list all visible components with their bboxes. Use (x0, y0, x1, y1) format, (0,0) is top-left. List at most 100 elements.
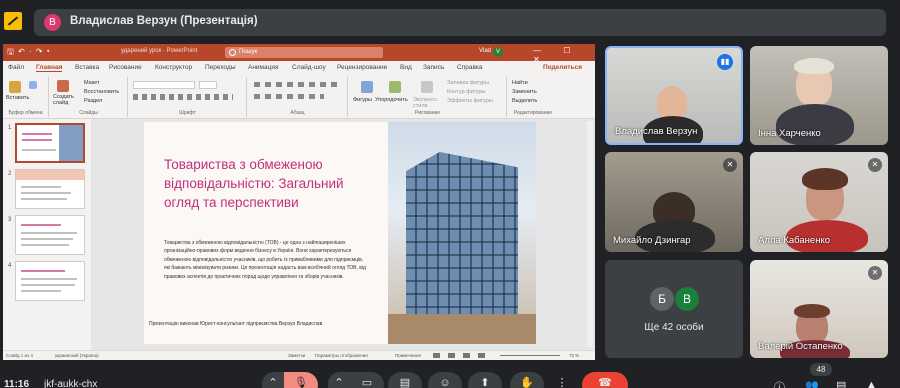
zoom-level[interactable]: 72 % (569, 353, 579, 358)
participant-name: Інна Харченко (758, 128, 821, 139)
quick-access-toolbar[interactable]: 🖫 ↶ · ↷ ▾ (7, 46, 51, 60)
leave-call-button[interactable]: ☎ (582, 372, 628, 388)
find-button[interactable]: Найти (512, 80, 528, 86)
ppt-user-name: Vlad (479, 48, 492, 54)
share-button[interactable]: Поделиться (543, 64, 582, 71)
tab-draw[interactable]: Рисование (109, 64, 142, 71)
notes-button[interactable]: Заметки (288, 353, 305, 358)
presenter-pill[interactable]: В Владислав Верзун (Презентація) (34, 9, 886, 36)
slide-body-text[interactable]: Товариства з обмеженою відповідальністю … (164, 239, 369, 281)
paste-button[interactable]: Вставить (6, 95, 29, 101)
font-name-select[interactable] (133, 81, 195, 89)
participant-count-badge: 48 (810, 363, 832, 376)
slide-thumbnail-4[interactable] (15, 261, 85, 301)
slide-footer[interactable]: Презентацію виконав Юрист-консультант пі… (149, 321, 322, 327)
select-button[interactable]: Выделить (512, 98, 537, 104)
participant-tile-vladyslav[interactable]: ▮▮ Владислав Верзун (605, 46, 743, 145)
group-font: Шрифт (129, 77, 247, 117)
raise-hand-button[interactable]: ✋ (510, 372, 544, 388)
mic-toggle-button[interactable]: 🎙 (284, 372, 318, 388)
thumb-number: 3 (8, 217, 12, 223)
camera-options-button[interactable]: ⌃ (328, 372, 350, 388)
presenter-avatar: В (44, 14, 61, 31)
info-icon[interactable]: ⓘ (774, 379, 785, 388)
reset-button[interactable]: Восстановить (84, 89, 119, 95)
captions-button[interactable]: ▤ (388, 372, 422, 388)
tab-review[interactable]: Рецензирование (337, 64, 387, 71)
shapes-button[interactable]: Фигуры (353, 97, 372, 103)
tab-help[interactable]: Справка (457, 64, 483, 71)
meeting-code[interactable]: jkf-aukk-chx (44, 379, 97, 388)
more-options-button[interactable]: ⋮ (550, 372, 574, 388)
arrange-icon[interactable] (389, 81, 401, 93)
thumb-title-line (22, 133, 52, 135)
mic-options-button[interactable]: ⌃ (262, 372, 284, 388)
quick-styles-icon[interactable] (421, 81, 433, 93)
copy-icon[interactable] (29, 81, 37, 89)
activities-icon[interactable]: ▲ (866, 379, 877, 388)
current-slide[interactable]: Товариства з обмеженою відповідальністю:… (144, 122, 536, 344)
paste-icon[interactable] (9, 81, 21, 93)
thumb-title-line (21, 224, 61, 226)
slide-thumbnail-3[interactable] (15, 215, 85, 255)
shapes-icon[interactable] (361, 81, 373, 93)
new-slide-icon[interactable] (57, 80, 69, 92)
captions-icon: ▤ (399, 377, 411, 388)
thumb-text-line (21, 186, 61, 188)
tab-animations[interactable]: Анимация (248, 64, 279, 71)
shared-screen-powerpoint: 🖫 ↶ · ↷ ▾ ударений урок · PowerPoint Пош… (3, 44, 595, 360)
tab-slideshow[interactable]: Слайд-шоу (292, 64, 326, 71)
shape-outline-button[interactable]: Контур фигуры (447, 89, 485, 95)
arrange-button[interactable]: Упорядочить (375, 97, 408, 103)
font-size-select[interactable] (199, 81, 217, 89)
participant-tile-mykhailo[interactable]: ✕ Михайло Дзингар (605, 152, 743, 252)
group-label-font: Шрифт (179, 110, 196, 116)
tab-view[interactable]: Вид (400, 64, 412, 71)
display-settings-button[interactable]: Параметры отображения (315, 353, 368, 358)
participant-tile-alla[interactable]: ✕ Алла Кабаненко (750, 152, 888, 252)
participant-name: Алла Кабаненко (758, 235, 830, 246)
slide-title[interactable]: Товариства з обмеженою відповідальністю:… (164, 155, 374, 212)
participant-tile-valerii[interactable]: ✕ Валерій Остапенко (750, 260, 888, 358)
slide-scrollbar[interactable] (587, 121, 593, 347)
section-button[interactable]: Раздел (84, 98, 102, 104)
new-slide-button[interactable]: Создать слайд (53, 94, 79, 106)
shape-effects-button[interactable]: Эффекты фигуры (447, 98, 493, 104)
present-button[interactable]: ⬆ (468, 372, 502, 388)
thumb-text-line (21, 192, 71, 194)
building-ground (388, 314, 536, 344)
layout-button[interactable]: Макет (84, 80, 100, 86)
quick-styles-button[interactable]: Экспресс-стили (413, 97, 443, 109)
list-buttons[interactable] (254, 82, 340, 87)
participant-video-hair (794, 304, 830, 318)
slide-thumbnail-1[interactable] (15, 123, 85, 163)
tab-home[interactable]: Главная (36, 64, 63, 72)
chat-icon[interactable]: ▤ (836, 379, 846, 388)
camera-toggle-button[interactable]: ▭ (350, 372, 384, 388)
slide-building-photo[interactable] (388, 122, 536, 344)
language-status[interactable]: украинский (Україна) (55, 353, 99, 358)
ppt-user-avatar[interactable]: V (493, 47, 503, 57)
replace-button[interactable]: Заменить (512, 89, 537, 95)
slide-thumbnails: 1 2 3 4 (3, 119, 91, 350)
zoom-slider[interactable] (500, 355, 560, 356)
shape-fill-button[interactable]: Заливка фигуры (447, 80, 489, 86)
view-buttons[interactable] (433, 353, 493, 358)
reactions-button[interactable]: ☺ (428, 372, 462, 388)
tab-record[interactable]: Запись (423, 64, 444, 71)
thumb-photo (59, 125, 83, 161)
tab-design[interactable]: Конструктор (155, 64, 192, 71)
people-icon[interactable]: 👥 (805, 379, 819, 388)
tab-file[interactable]: Файл (8, 64, 24, 71)
slide-thumbnail-2[interactable] (15, 169, 85, 209)
mic-off-icon: ✕ (723, 158, 737, 172)
more-participants-tile[interactable]: Б В Ще 42 особи (605, 260, 743, 358)
tab-insert[interactable]: Вставка (75, 64, 99, 71)
comments-button[interactable]: Примечания (395, 353, 421, 358)
tab-transitions[interactable]: Переходы (205, 64, 236, 71)
thumb-text-line (21, 278, 77, 280)
font-format-buttons[interactable] (133, 94, 233, 100)
ppt-search-input[interactable]: Пошук (225, 47, 383, 58)
participant-tile-inna[interactable]: Інна Харченко (750, 46, 888, 145)
align-buttons[interactable] (254, 94, 324, 99)
